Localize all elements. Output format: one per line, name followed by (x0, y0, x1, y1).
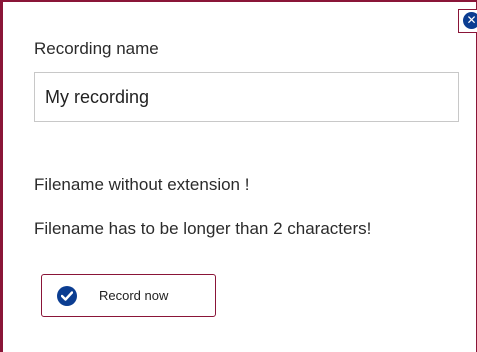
record-now-button[interactable]: Record now (41, 274, 216, 317)
check-circle-icon (57, 286, 77, 306)
recording-dialog: ✕ Recording name Filename without extens… (0, 0, 477, 352)
record-now-label: Record now (99, 288, 169, 303)
validation-message-extension: Filename without extension ! (34, 175, 250, 194)
close-icon: ✕ (463, 12, 477, 29)
recording-name-input[interactable] (34, 72, 459, 122)
recording-name-label: Recording name (34, 39, 159, 58)
validation-message-length: Filename has to be longer than 2 charact… (34, 219, 372, 238)
close-button[interactable]: ✕ (458, 9, 477, 33)
